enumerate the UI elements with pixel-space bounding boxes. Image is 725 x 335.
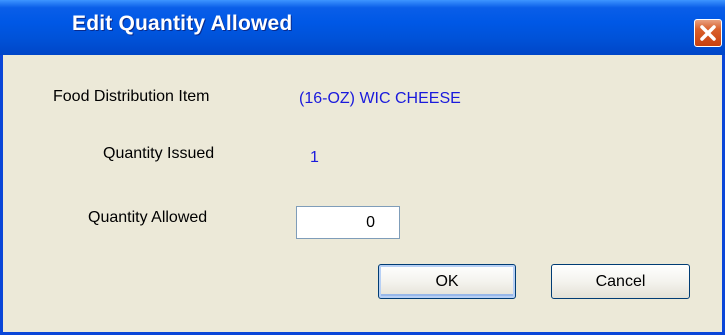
close-button[interactable]	[694, 19, 722, 47]
food-distribution-item-value: (16-OZ) WIC CHEESE	[299, 90, 461, 107]
title-bar[interactable]: Edit Quantity Allowed	[0, 0, 725, 55]
quantity-allowed-label: Quantity Allowed	[88, 209, 208, 226]
close-icon	[700, 25, 716, 41]
ok-button[interactable]: OK	[378, 264, 516, 299]
quantity-issued-value: 1	[310, 149, 319, 166]
quantity-allowed-input[interactable]	[296, 206, 400, 239]
edit-quantity-dialog: Edit Quantity Allowed Food Distribution …	[0, 0, 725, 335]
food-distribution-item-label: Food Distribution Item	[53, 88, 210, 105]
quantity-issued-label: Quantity Issued	[103, 145, 215, 162]
cancel-button[interactable]: Cancel	[551, 264, 690, 299]
window-title: Edit Quantity Allowed	[72, 12, 293, 35]
